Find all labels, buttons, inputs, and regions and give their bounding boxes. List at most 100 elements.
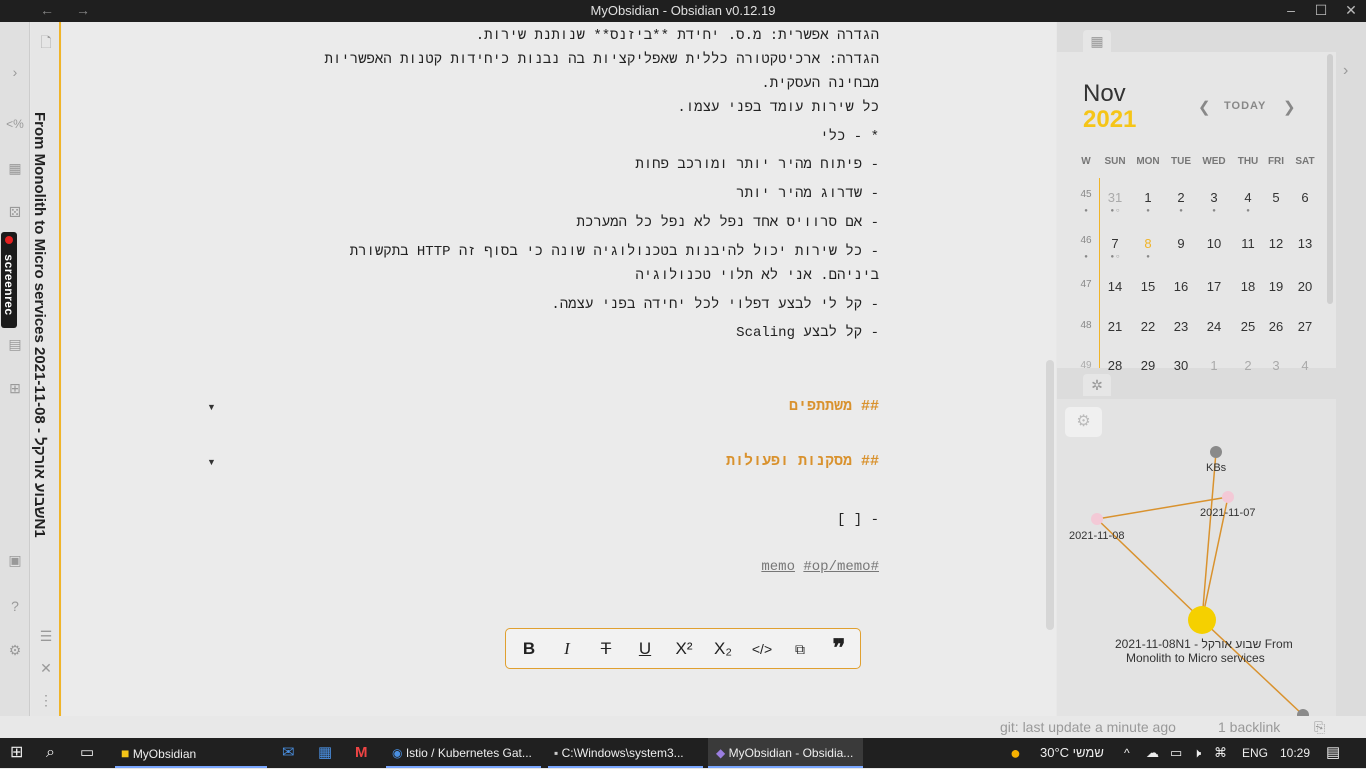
taskbar-item-obsidian[interactable]: ◆ MyObsidian - Obsidia... <box>708 738 863 768</box>
vault-icon[interactable]: ▣ <box>5 550 25 570</box>
volume-muted-icon[interactable]: 🕨 <box>1193 738 1201 768</box>
code-icon[interactable]: </> <box>749 637 775 661</box>
bold-icon[interactable]: B <box>516 637 542 661</box>
task-view-icon[interactable]: ▭ <box>80 738 94 768</box>
calendar-day[interactable]: 7 <box>1098 236 1132 251</box>
editor-line[interactable]: - כל שירות יכול להיבנות בטכנולוגיה שונה … <box>350 244 879 260</box>
calendar-day[interactable]: 30 <box>1164 358 1198 373</box>
calendar-day[interactable]: 3 <box>1197 190 1231 205</box>
weather-sun-icon[interactable]: ● <box>1010 738 1021 768</box>
calendar-day-today[interactable]: 8 <box>1131 236 1165 251</box>
tray-chevron-icon[interactable]: ^ <box>1124 738 1130 768</box>
fold-triangle-icon[interactable]: ▼ <box>207 457 216 467</box>
calendar-day[interactable]: 13 <box>1288 236 1322 251</box>
sync-icon[interactable]: ⎘ <box>1314 719 1325 736</box>
fold-triangle-icon[interactable]: ▼ <box>207 402 216 412</box>
help-icon[interactable]: ? <box>5 596 25 616</box>
document-icon[interactable]: ☰ <box>36 628 56 645</box>
checkbox-line[interactable]: - [ ] <box>837 512 879 528</box>
close-pane-icon[interactable]: ✕ <box>36 660 56 677</box>
mail-icon[interactable]: ✉ <box>282 738 295 768</box>
editor-line[interactable]: הגדרה אפשרית: מ.ס. יחידת **ביזנס** שנותנ… <box>476 28 879 44</box>
network-icon[interactable]: ⌘ <box>1214 738 1227 768</box>
week-number[interactable]: 49 <box>1077 360 1095 371</box>
taskbar-item-explorer[interactable]: ■ MyObsidian <box>115 738 267 768</box>
calendar-day[interactable]: 21 <box>1098 319 1132 334</box>
graph-node-active[interactable] <box>1188 606 1216 634</box>
templater-icon[interactable]: <% <box>5 114 25 134</box>
editor-pane[interactable]: הגדרה אפשרית: מ.ס. יחידת **ביזנס** שנותנ… <box>62 22 1056 716</box>
calendar-day[interactable]: 15 <box>1131 279 1165 294</box>
gmail-icon[interactable]: M <box>355 738 368 768</box>
graph-view-tab-icon[interactable]: ✲ <box>1083 374 1111 396</box>
calendar-scrollbar[interactable] <box>1327 54 1333 304</box>
plugin-icon[interactable]: ⊞ <box>5 378 25 398</box>
calendar-day[interactable]: 23 <box>1164 319 1198 334</box>
calendar-day[interactable]: 9 <box>1164 236 1198 251</box>
editor-scrollbar[interactable] <box>1046 360 1054 630</box>
stack-icon[interactable]: ▤ <box>5 334 25 354</box>
editor-line[interactable]: * - כלי <box>820 129 879 145</box>
graph-node[interactable] <box>1222 491 1234 503</box>
screenrec-widget[interactable]: screenrec <box>1 232 17 328</box>
calendar-day[interactable]: 22 <box>1131 319 1165 334</box>
editor-line[interactable]: הגדרה: ארכיטקטורה כללית שאפליקציות בה נב… <box>325 52 880 68</box>
calendar-day[interactable]: 24 <box>1197 319 1231 334</box>
calendar-day[interactable]: 2 <box>1164 190 1198 205</box>
heading-participants[interactable]: ## משתתפים <box>789 398 879 415</box>
windows-start-icon[interactable]: ⊞ <box>10 738 23 768</box>
graph-settings-gear-icon[interactable]: ⚙ <box>1065 407 1102 437</box>
editor-line[interactable]: - פיתוח מהיר יותר ומורכב פחות <box>635 157 879 173</box>
calendar-day[interactable]: 28 <box>1098 358 1132 373</box>
graph-node[interactable] <box>1091 513 1103 525</box>
taskbar-item-cmd[interactable]: ▪ C:\Windows\system3... <box>548 738 703 768</box>
weather-text[interactable]: 30°C שמשי <box>1040 738 1104 768</box>
week-number[interactable]: 46 <box>1077 235 1095 246</box>
clock[interactable]: 10:29 <box>1280 738 1310 768</box>
taskbar-item-chrome[interactable]: ◉ Istio / Kubernetes Gat... <box>386 738 541 768</box>
editor-line[interactable]: - קל לי לבצע דפלוי לכל יחידה בפני עצמה. <box>551 297 879 313</box>
subscript-icon[interactable]: X₂ <box>710 637 736 661</box>
today-button[interactable]: TODAY <box>1224 100 1266 112</box>
editor-line[interactable]: - קל לבצע Scaling <box>736 325 879 341</box>
calendar-day[interactable]: 14 <box>1098 279 1132 294</box>
editor-line[interactable]: - שדרוג מהיר יותר <box>736 186 879 202</box>
underline-icon[interactable]: U <box>632 637 658 661</box>
calendar-day[interactable]: 29 <box>1131 358 1165 373</box>
search-icon[interactable]: ⌕ <box>46 738 55 768</box>
editor-line[interactable]: מבחינה העסקית. <box>761 76 879 92</box>
tag-op-memo[interactable]: #op/memo# <box>803 559 879 575</box>
next-month-icon[interactable]: ❯ <box>1283 98 1296 116</box>
calendar-day[interactable]: 4 <box>1288 358 1322 373</box>
backlink-count[interactable]: 1 backlink <box>1218 719 1280 735</box>
strikethrough-icon[interactable]: T <box>593 637 619 661</box>
calendar-app-icon[interactable]: ▦ <box>318 738 332 768</box>
calendar-day[interactable]: 10 <box>1197 236 1231 251</box>
table-icon[interactable]: ▦ <box>5 158 25 178</box>
calendar-day[interactable]: 17 <box>1197 279 1231 294</box>
collapse-right-chevron-icon[interactable]: › <box>1343 62 1348 80</box>
heading-conclusions[interactable]: ## מסקנות ופעולות <box>726 453 879 470</box>
tags-line[interactable]: memo #op/memo# <box>761 559 879 575</box>
codeblock-icon[interactable]: ⧉ <box>787 637 813 661</box>
file-icon[interactable]: 🗋 <box>36 32 56 56</box>
dice-icon[interactable]: ⚄ <box>5 202 25 222</box>
vertical-note-title[interactable]: From Monolith to Micro services שבוע אור… <box>31 112 59 632</box>
minimize-button[interactable]: – <box>1276 2 1306 18</box>
week-number[interactable]: 48 <box>1077 320 1095 331</box>
editor-line[interactable]: - אם סרוויס אחד נפל לא נפל כל המערכת <box>577 215 879 231</box>
quote-icon[interactable]: ❞ <box>826 637 852 661</box>
notification-icon[interactable]: ▤ <box>1326 738 1340 768</box>
calendar-day[interactable]: 1 <box>1131 190 1165 205</box>
local-graph-view[interactable]: ⚙ KBs 2021-11-07 2021-11-08 2021-11-08N1… <box>1057 399 1336 716</box>
expand-chevron-icon[interactable]: › <box>5 62 25 82</box>
calendar-day[interactable]: 31 <box>1098 190 1132 205</box>
cloud-icon[interactable]: ☁ <box>1146 738 1159 768</box>
editor-line[interactable]: ביניהם. אני לא תלוי טכנולוגיה <box>635 268 879 284</box>
language-indicator[interactable]: ENG <box>1242 738 1268 768</box>
week-number[interactable]: 45 <box>1077 189 1095 200</box>
calendar-tab-icon[interactable]: ▦ <box>1083 30 1111 52</box>
maximize-button[interactable]: ☐ <box>1306 2 1336 19</box>
week-number[interactable]: 47 <box>1077 279 1095 290</box>
prev-month-icon[interactable]: ❮ <box>1198 98 1211 116</box>
